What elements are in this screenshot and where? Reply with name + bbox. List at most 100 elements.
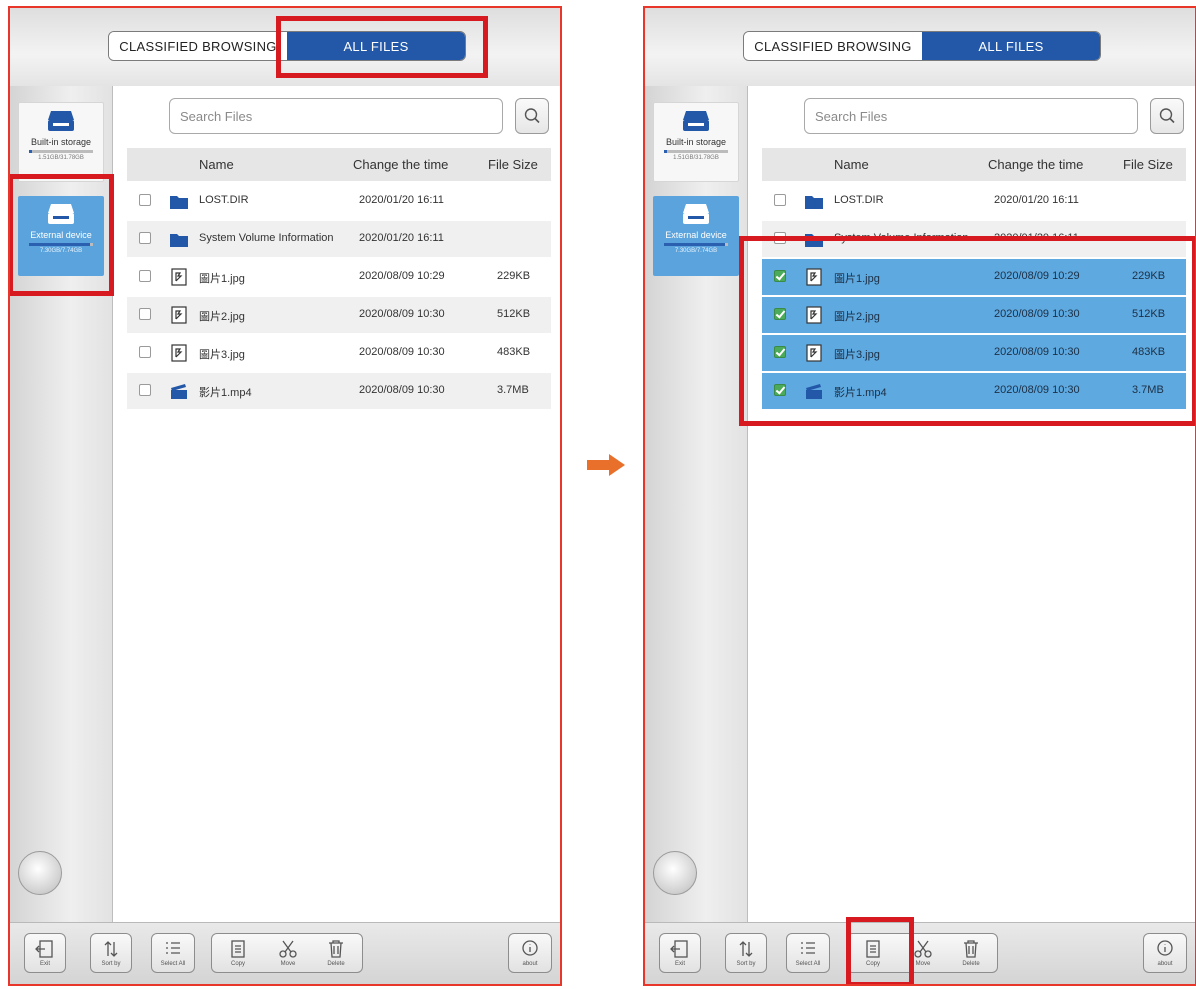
move-button[interactable]: Move [266,934,310,972]
storage-usage-bar [664,150,728,153]
file-list: LOST.DIR 2020/01/20 16:11 System Volume In… [127,183,551,409]
search-button[interactable] [1150,98,1184,134]
delete-label: Delete [962,961,980,967]
folder-icon [170,196,188,209]
row-checkbox[interactable] [139,270,151,282]
delete-button[interactable]: Delete [314,934,358,972]
table-row[interactable]: 影片1.mp4 2020/08/09 10:30 3.7MB [127,373,551,409]
tab-classified-browsing[interactable]: CLASSIFIED BROWSING [744,32,922,60]
panel-after: CLASSIFIED BROWSING ALL FILES Built-in s… [643,6,1196,986]
file-name: System Volume Information [199,232,334,244]
move-label: Move [280,961,296,967]
image-file-icon [171,344,187,362]
floating-home-button[interactable] [653,851,697,895]
table-header: Name Change the time File Size [127,148,551,181]
search-icon [1159,108,1175,124]
row-checkbox[interactable] [774,194,786,206]
storage-capacity: 1.51GB/31.78GB [38,155,84,161]
row-checkbox[interactable] [139,232,151,244]
storage-capacity: 1.51GB/31.78GB [673,155,719,161]
table-row[interactable]: 圖片3.jpg 2020/08/09 10:30 483KB [127,335,551,371]
info-icon [522,940,538,956]
file-size: 229KB [497,270,531,282]
exit-label: Exit [674,961,685,967]
row-checkbox[interactable] [139,194,151,206]
column-file-size[interactable]: File Size [488,157,538,172]
table-row[interactable]: 圖片2.jpg 2020/08/09 10:30 512KB [127,297,551,333]
tab-classified-browsing[interactable]: CLASSIFIED BROWSING [109,32,287,60]
file-modified-time: 2020/01/20 16:11 [994,194,1079,206]
select-all-icon [166,942,180,954]
sort-label: Sort by [101,961,121,967]
storage-sidebar: Built-in storage 1.51GB/31.78GB External… [645,86,748,925]
sidebar-item-built-in-storage[interactable]: Built-in storage 1.51GB/31.78GB [18,102,104,182]
table-row[interactable]: LOST.DIR 2020/01/20 16:11 [762,183,1186,219]
info-icon [1157,940,1173,956]
file-modified-time: 2020/08/09 10:30 [359,384,445,396]
file-size: 3.7MB [497,384,529,396]
exit-label: Exit [39,961,50,967]
file-modified-time: 2020/08/09 10:30 [359,308,445,320]
file-modified-time: 2020/01/20 16:11 [359,194,444,206]
search-input[interactable]: Search Files [804,98,1138,134]
file-size: 512KB [497,308,531,320]
file-name: 圖片2.jpg [199,311,245,323]
select-all-button[interactable]: Select All [786,933,830,973]
table-row[interactable]: System Volume Information 2020/01/20 16:1… [127,221,551,257]
sort-icon [739,941,753,957]
file-size: 483KB [497,346,531,358]
select-all-button[interactable]: Select All [151,933,195,973]
highlight-copy-button [846,917,914,984]
copy-icon [231,940,245,958]
table-row[interactable]: 圖片1.jpg 2020/08/09 10:29 229KB [127,259,551,295]
row-checkbox[interactable] [139,308,151,320]
sidebar-item-built-in-storage[interactable]: Built-in storage 1.51GB/31.78GB [653,102,739,182]
scissors-icon [914,940,932,958]
drive-icon [683,204,709,224]
storage-capacity: 7.30GB/7.74GB [674,248,718,254]
file-browser: Search Files Name Change the time File S… [113,86,560,925]
file-table: Name Change the time File Size LOST.DIR 2… [127,148,551,409]
exit-icon [670,940,688,958]
row-checkbox[interactable] [139,384,151,396]
highlight-external-device [10,174,114,296]
floating-home-button[interactable] [18,851,62,895]
device-label: Built-in storage [665,137,727,147]
file-name: 影片1.mp4 [199,387,252,399]
select-all-label: Select All [795,961,821,967]
copy-button[interactable]: Copy [216,934,260,972]
column-name[interactable]: Name [199,157,234,172]
about-button[interactable]: about [508,933,552,973]
column-change-time[interactable]: Change the time [353,157,448,172]
row-checkbox[interactable] [139,346,151,358]
drive-icon [48,111,74,131]
file-name: 圖片3.jpg [199,349,245,361]
image-file-icon [171,268,187,286]
arrow-right-icon [587,454,625,476]
exit-icon [35,940,53,958]
table-row[interactable]: LOST.DIR 2020/01/20 16:11 [127,183,551,219]
folder-icon [805,196,823,209]
column-change-time[interactable]: Change the time [988,157,1083,172]
folder-icon [170,234,188,247]
sort-by-button[interactable]: Sort by [725,933,767,973]
about-label: about [1157,961,1173,967]
top-bar: CLASSIFIED BROWSING ALL FILES [645,8,1195,87]
select-all-label: Select All [160,961,186,967]
sort-by-button[interactable]: Sort by [90,933,132,973]
scissors-icon [279,940,297,958]
exit-button[interactable]: Exit [659,933,701,973]
column-name[interactable]: Name [834,157,869,172]
edit-actions-group: Copy Move Delete [211,933,363,973]
column-file-size[interactable]: File Size [1123,157,1173,172]
about-button[interactable]: about [1143,933,1187,973]
file-modified-time: 2020/01/20 16:11 [359,232,444,244]
search-button[interactable] [515,98,549,134]
file-browser: Search Files Name Change the time File S… [748,86,1195,925]
tab-all-files[interactable]: ALL FILES [922,32,1100,60]
delete-button[interactable]: Delete [949,934,993,972]
panel-before: CLASSIFIED BROWSING ALL FILES Built-in s… [8,6,562,986]
exit-button[interactable]: Exit [24,933,66,973]
sidebar-item-external-device[interactable]: External device 7.30GB/7.74GB [653,196,739,276]
search-input[interactable]: Search Files [169,98,503,134]
